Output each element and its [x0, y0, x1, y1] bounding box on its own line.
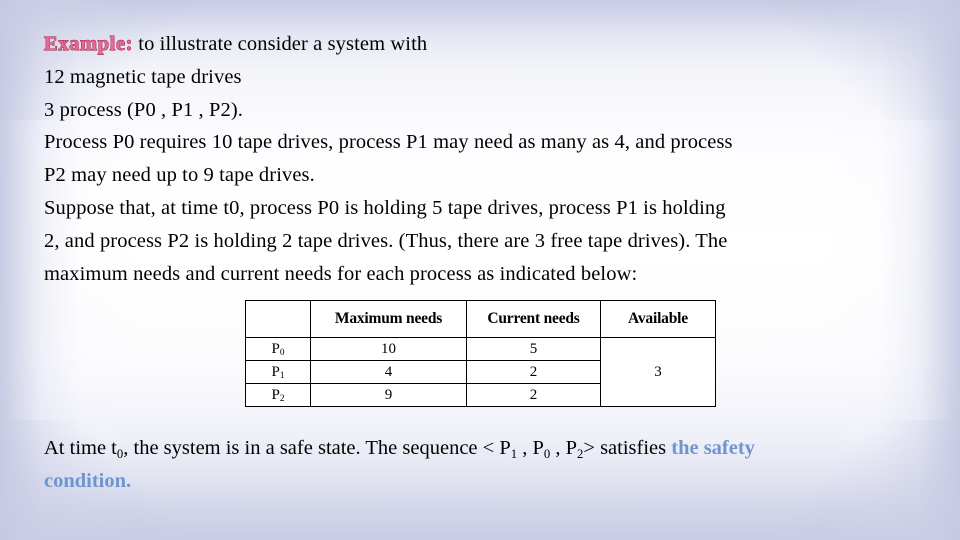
conclusion-paragraph: At time t0, the system is in a safe stat… — [44, 432, 928, 498]
table-header-row: Maximum needs Current needs Available — [245, 300, 716, 338]
example-paragraph: Example: to illustrate consider a system… — [44, 28, 924, 290]
sequence-index-1: 1 — [510, 446, 518, 461]
process-index: 2 — [279, 394, 285, 405]
example-line5: P2 may need up to 9 tape drives. — [44, 164, 315, 187]
example-line7: 2, and process P2 is holding 2 tape driv… — [44, 229, 728, 252]
table-header-maximum-needs: Maximum needs — [310, 300, 467, 338]
sequence-close: > satisfies — [583, 437, 672, 459]
cell-process-p0: P0 — [245, 337, 311, 361]
cell-cur-p0: 5 — [466, 337, 601, 361]
example-line1-rest: to illustrate consider a system with — [133, 33, 428, 55]
conclusion-mid: , the system is in a safe state. The seq… — [123, 437, 511, 459]
process-letter: P — [271, 386, 280, 403]
table-row: P0 10 5 3 — [245, 337, 716, 407]
process-index: 1 — [279, 371, 285, 382]
example-line3: 3 process (P0 , P1 , P2). — [44, 98, 244, 121]
cell-max-p1: 4 — [310, 360, 467, 384]
table-header-current-needs: Current needs — [466, 300, 601, 338]
table-header-available: Available — [600, 300, 716, 338]
example-line6: Suppose that, at time t0, process P0 is … — [44, 196, 726, 219]
sequence-sep-2: , P — [550, 437, 578, 459]
cell-max-p2: 9 — [310, 383, 467, 407]
sequence-index-2: 0 — [543, 446, 551, 461]
cell-cur-p2: 2 — [466, 383, 601, 407]
cell-process-p2: P2 — [245, 383, 311, 407]
example-line2: 12 magnetic tape drives — [44, 65, 242, 88]
cell-max-p0: 10 — [310, 337, 467, 361]
conclusion-prefix-sub: 0 — [116, 446, 124, 461]
conclusion-prefix: At time t — [44, 437, 117, 459]
sequence-index-3: 2 — [577, 446, 584, 461]
cell-cur-p1: 2 — [466, 360, 601, 384]
cell-process-p1: P1 — [245, 360, 311, 384]
process-letter: P — [271, 363, 280, 380]
safety-highlight-2: condition. — [44, 469, 132, 492]
safety-highlight-1: the safety — [671, 437, 755, 459]
needs-table: Maximum needs Current needs Available P0… — [245, 300, 716, 407]
example-label: Example: — [44, 33, 134, 56]
example-line8: maximum needs and current needs for each… — [44, 262, 638, 285]
cell-available: 3 — [600, 337, 716, 407]
example-line4: Process P0 requires 10 tape drives, proc… — [44, 131, 733, 154]
process-letter: P — [271, 340, 280, 357]
process-index: 0 — [279, 348, 285, 359]
slide-canvas: Example: to illustrate consider a system… — [0, 0, 960, 540]
table-header-corner — [245, 300, 311, 338]
sequence-sep-1: , P — [517, 437, 544, 459]
